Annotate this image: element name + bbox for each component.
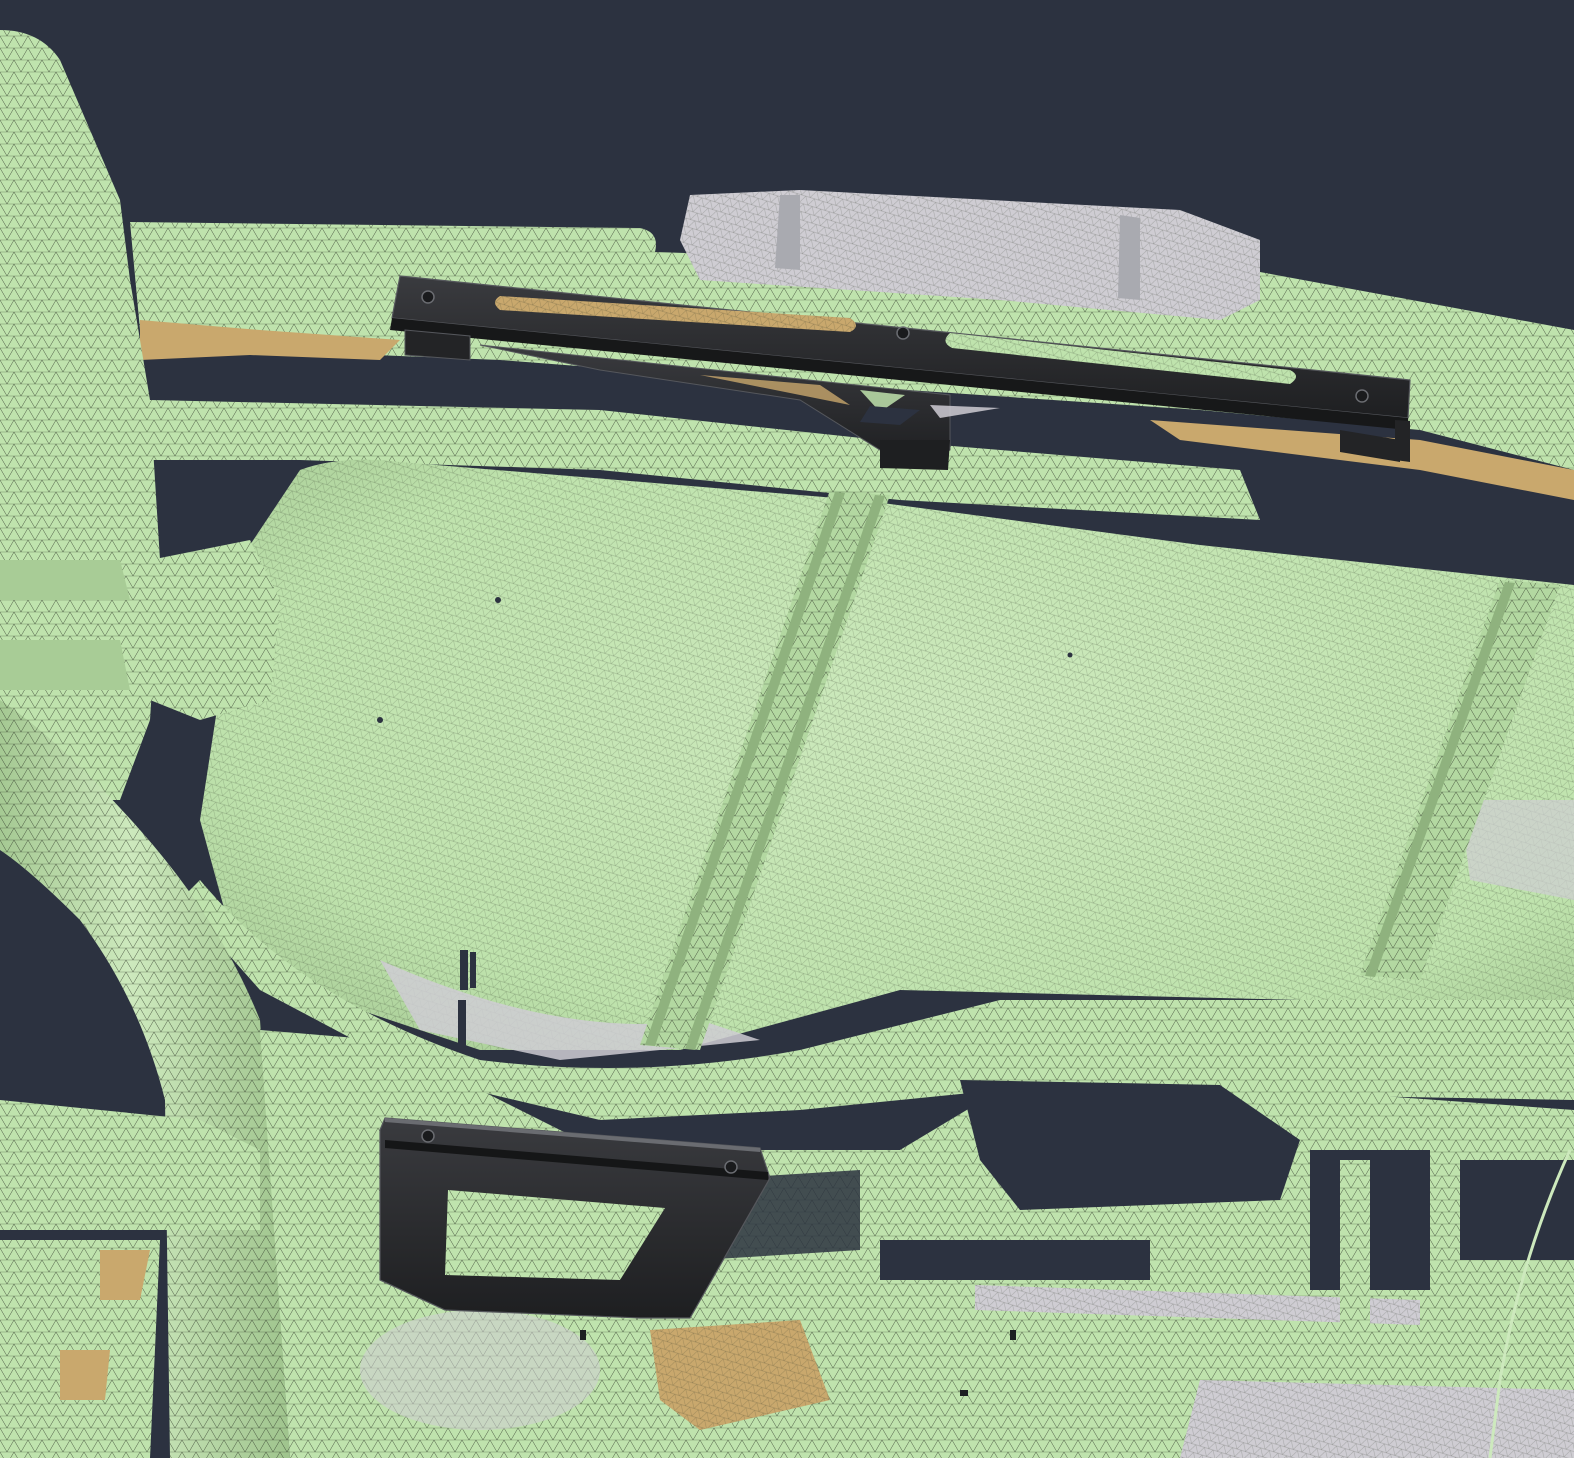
scene-canvas[interactable]	[0, 0, 1574, 1458]
3d-viewport[interactable]	[0, 0, 1574, 1458]
scan-mesh-fuel-tank[interactable]	[180, 459, 1574, 1120]
